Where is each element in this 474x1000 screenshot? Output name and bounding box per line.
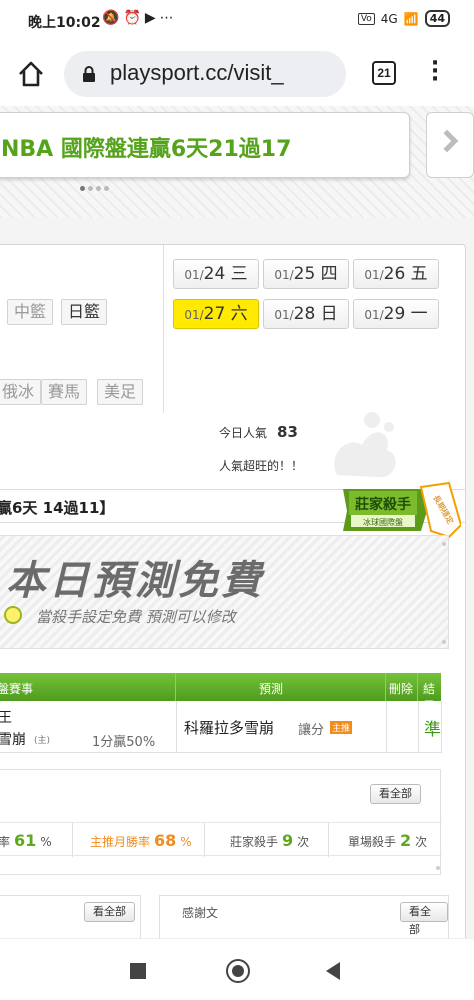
stat-bookie-killer: 莊家殺手 9 次 — [230, 831, 310, 850]
youtube-icon: ▶ — [144, 10, 160, 26]
category-khl[interactable]: 俄冰 — [0, 379, 42, 405]
category-horse-racing[interactable]: 賽馬 — [41, 379, 88, 405]
lock-icon — [83, 66, 95, 82]
date-0126[interactable]: 01/26 五 — [353, 259, 439, 289]
free-subtitle: 當殺手設定免費 預測可以修改 — [36, 608, 236, 626]
col-delete: 刪除 — [389, 682, 414, 696]
divider — [163, 245, 164, 413]
popularity-value: 83 — [277, 423, 298, 441]
browser-toolbar: playsport.cc/visit_ 21 · · · — [0, 42, 474, 106]
svg-text:莊家殺手: 莊家殺手 — [355, 496, 411, 513]
status-bar: 晚上10:02 🔕⏰▶⋯ Vo 4G 📶 44 — [0, 0, 474, 42]
stat-single-killer: 單場殺手 2 次 — [348, 831, 428, 850]
prediction-team: 科羅拉多雪崩 — [184, 719, 275, 737]
home-button-icon[interactable] — [226, 959, 250, 983]
popularity-label: 今日人氣 — [219, 426, 268, 440]
col-match: 盤賽事 — [0, 682, 34, 696]
back-icon[interactable] — [326, 962, 340, 980]
table-row: 王 雪崩 (主) 1分贏50% 科羅拉多雪崩 讓分 主推 準 — [0, 701, 442, 753]
home-icon[interactable] — [17, 60, 45, 88]
date-0127-selected[interactable]: 01/27 六 — [173, 299, 259, 329]
popularity-comment: 人氣超旺的！！ — [219, 459, 304, 473]
category-cba[interactable]: 中籃 — [7, 299, 54, 325]
handicap-line: 1分贏50% — [92, 735, 156, 750]
banner-text: NBA 國際盤連贏6天21過17 — [1, 137, 292, 162]
thanks-see-all-button[interactable]: 看全部 — [400, 902, 448, 936]
status-right: Vo 4G 📶 44 — [357, 10, 450, 27]
stats-box: 看全部 率 61% 主推月勝率 68% 莊家殺手 9 次 單場殺手 2 次 — [0, 769, 442, 875]
mascot-watermark — [334, 412, 396, 478]
stats-row: 率 61% 主推月勝率 68% 莊家殺手 9 次 單場殺手 2 次 — [0, 822, 442, 857]
lower-left-box: 看全部 — [0, 895, 141, 938]
notification-icons: 🔕⏰▶⋯ — [102, 10, 178, 26]
date-0129[interactable]: 01/29 一 — [353, 299, 439, 329]
record-text: 贏6天 14過11】 — [0, 499, 115, 517]
free-title: 本日預測免費 — [6, 558, 264, 604]
result-correct: 準 — [424, 720, 441, 740]
prediction-table: 盤賽事 預測 刪除 結果 王 雪崩 (主) 1分贏50% 科羅拉多雪崩 讓分 主… — [0, 673, 442, 753]
team-away: 王 — [0, 710, 12, 726]
overflow-menu-icon[interactable]: · · · — [430, 53, 440, 91]
chevron-right-icon — [435, 129, 459, 153]
battery-icon: 44 — [424, 10, 450, 27]
col-prediction: 預測 — [259, 682, 284, 696]
lightbulb-icon — [4, 606, 22, 624]
table-header: 盤賽事 預測 刪除 結果 — [0, 673, 441, 713]
prediction-type: 讓分 — [298, 723, 325, 738]
alarm-icon: ⏰ — [123, 10, 145, 26]
home-tag: (主) — [34, 736, 51, 746]
promo-banner[interactable]: NBA 國際盤連贏6天21過17 — [0, 112, 410, 178]
status-time: 晚上10:02 — [28, 15, 101, 31]
web-page: NBA 國際盤連贏6天21過17 中籃 日籃 俄冰 賽馬 美足 01/24 三 … — [0, 106, 474, 938]
team-home: 雪崩 — [0, 732, 26, 748]
network-label: 4G — [380, 11, 398, 26]
date-0124[interactable]: 01/24 三 — [173, 259, 259, 289]
category-jpn-basketball[interactable]: 日籃 — [61, 299, 108, 325]
banner-next-button[interactable] — [426, 112, 474, 178]
svg-text:冰球國際盤: 冰球國際盤 — [363, 517, 403, 527]
system-nav-bar — [0, 938, 474, 1000]
volte-icon: Vo — [357, 12, 375, 25]
main-panel: 中籃 日籃 俄冰 賽馬 美足 01/24 三 01/25 四 01/26 五 0… — [0, 244, 466, 938]
recents-icon[interactable] — [130, 963, 146, 979]
stat-monthly-rate: 主推月勝率 68% — [90, 831, 192, 850]
tab-switcher-button[interactable]: 21 — [372, 61, 396, 85]
more-dots-icon: ⋯ — [159, 10, 178, 26]
thanks-title: 感謝文 — [182, 906, 219, 920]
signal-icon: 📶 — [403, 11, 419, 26]
main-pick-tag: 主推 — [330, 721, 353, 734]
free-prediction-box: 本日預測免費 當殺手設定免費 預測可以修改 — [0, 535, 449, 649]
thanks-box: 感謝文 看全部 — [159, 895, 449, 938]
mute-icon: 🔕 — [102, 10, 124, 26]
date-0125[interactable]: 01/25 四 — [263, 259, 349, 289]
stats-see-all-button[interactable]: 看全部 — [370, 784, 421, 804]
stat-win-rate: 率 61% — [0, 831, 52, 850]
lower-left-see-all-button[interactable]: 看全部 — [84, 902, 135, 922]
carousel-dots — [80, 186, 109, 191]
address-bar[interactable]: playsport.cc/visit_ — [64, 51, 346, 97]
date-0128[interactable]: 01/28 日 — [263, 299, 349, 329]
popularity: 今日人氣 83 — [219, 423, 298, 441]
url-text: playsport.cc/visit_ — [110, 60, 284, 85]
bookie-killer-badge: 莊家殺手 冰球國際盤 長期穩定 — [343, 481, 461, 539]
category-nfl[interactable]: 美足 — [97, 379, 144, 405]
